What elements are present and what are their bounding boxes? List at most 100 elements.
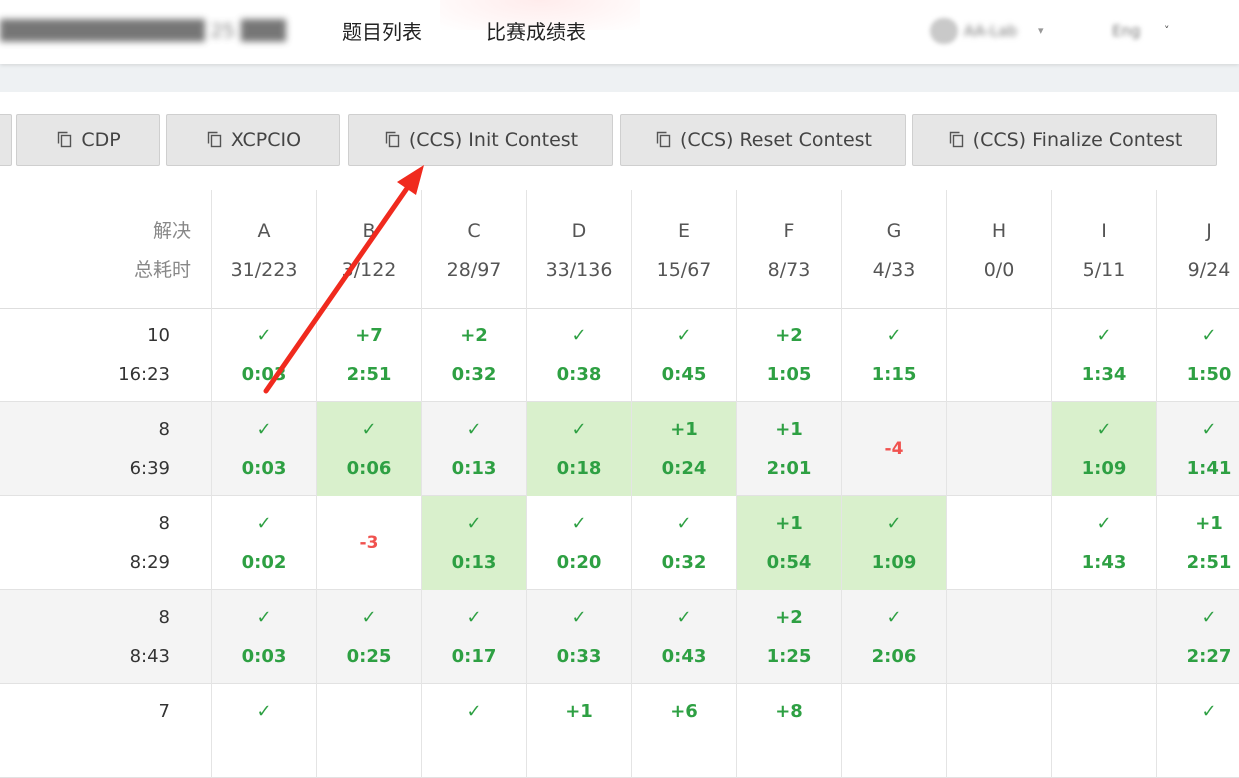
check-icon: ✓ xyxy=(676,325,692,346)
problem-header-h[interactable]: H 0/0 xyxy=(946,190,1051,308)
problem-cell-solved[interactable]: ✓ 0:43 xyxy=(631,590,736,684)
problem-cell-empty xyxy=(946,496,1051,590)
problem-letter: A xyxy=(257,220,271,242)
problem-cell-solved[interactable]: ✓ 1:34 xyxy=(1051,308,1156,402)
problem-letter: E xyxy=(677,220,690,242)
attempts-badge: +1 xyxy=(775,513,803,534)
problem-cell-solved[interactable]: ✓ 1:43 xyxy=(1051,496,1156,590)
problem-cell-first-solve[interactable]: +1 0:54 xyxy=(736,496,841,590)
check-icon: ✓ xyxy=(1201,419,1217,440)
penalty-time: 16:23 xyxy=(118,364,170,385)
problem-letter: C xyxy=(467,220,481,242)
problem-cell-solved[interactable]: ✓ 0:33 xyxy=(526,590,631,684)
problem-cell-solved[interactable]: +2 1:25 xyxy=(736,590,841,684)
problem-cell-solved[interactable]: +1 xyxy=(526,684,631,778)
problem-cell-solved[interactable]: ✓ xyxy=(211,684,316,778)
problem-cell-solved[interactable]: +2 0:32 xyxy=(421,308,526,402)
check-icon: ✓ xyxy=(1096,513,1112,534)
problem-cell-solved[interactable]: ✓ xyxy=(421,684,526,778)
problem-cell-solved[interactable]: ✓ 0:02 xyxy=(211,496,316,590)
table-row: 8 8:29 ✓ 0:02 -3 ✓ 0:13 ✓ 0:20 ✓ 0:32 +1 0:54 ✓ 1:09 ✓ 1… xyxy=(0,496,1239,590)
problem-header-b[interactable]: B 3/122 xyxy=(316,190,421,308)
copy-icon xyxy=(949,131,963,148)
solved-count: 8 xyxy=(158,607,170,628)
export-cdp-button[interactable]: CDP xyxy=(16,114,160,166)
problem-cell-solved[interactable]: ✓ 0:20 xyxy=(526,496,631,590)
solved-count: 10 xyxy=(147,325,170,346)
problem-cell-failed[interactable]: -4 xyxy=(841,402,946,496)
attempts-badge: +2 xyxy=(460,325,488,346)
problem-header-e[interactable]: E 15/67 xyxy=(631,190,736,308)
solve-time: 0:43 xyxy=(661,646,707,667)
check-icon: ✓ xyxy=(256,607,272,628)
check-icon: ✓ xyxy=(1201,607,1217,628)
problem-header-f[interactable]: F 8/73 xyxy=(736,190,841,308)
problem-cell-solved[interactable]: +1 2:51 xyxy=(1156,496,1239,590)
problem-header-d[interactable]: D 33/136 xyxy=(526,190,631,308)
ccs-reset-contest-button[interactable]: (CCS) Reset Contest xyxy=(620,114,906,166)
table-row: 8 8:43 ✓ 0:03 ✓ 0:25 ✓ 0:17 ✓ 0:33 ✓ 0:43 +2 1:25 ✓ 2:0… xyxy=(0,590,1239,684)
problem-header-g[interactable]: G 4/33 xyxy=(841,190,946,308)
solve-time: 1:15 xyxy=(871,364,917,385)
problem-cell-solved[interactable]: ✓ 0:13 xyxy=(421,402,526,496)
check-icon: ✓ xyxy=(1201,325,1217,346)
ccs-finalize-contest-button[interactable]: (CCS) Finalize Contest xyxy=(912,114,1217,166)
problem-cell-solved[interactable]: ✓ 0:17 xyxy=(421,590,526,684)
ccs-reset-contest-label: (CCS) Reset Contest xyxy=(680,129,872,151)
problem-cell-solved[interactable]: +1 2:01 xyxy=(736,402,841,496)
attempts-badge: +2 xyxy=(775,607,803,628)
ccs-init-contest-button[interactable]: (CCS) Init Contest xyxy=(348,114,613,166)
solve-time: 2:51 xyxy=(1186,552,1232,573)
problem-cell-solved[interactable]: ✓ 2:06 xyxy=(841,590,946,684)
solve-time: 2:06 xyxy=(871,646,917,667)
problem-header-a[interactable]: A 31/223 xyxy=(211,190,316,308)
problem-cell-solved[interactable]: ✓ 0:32 xyxy=(631,496,736,590)
problem-cell-solved[interactable]: ✓ 0:03 xyxy=(211,402,316,496)
team-score: 8 8:29 xyxy=(0,496,211,590)
problem-cell-first-solve[interactable]: ✓ 1:09 xyxy=(1051,402,1156,496)
problem-stat: 8/73 xyxy=(767,259,811,281)
solve-time: 0:06 xyxy=(346,458,392,479)
problem-cell-solved[interactable]: ✓ 1:15 xyxy=(841,308,946,402)
problem-cell-first-solve[interactable]: ✓ 1:09 xyxy=(841,496,946,590)
problem-header-i[interactable]: I 5/11 xyxy=(1051,190,1156,308)
problem-cell-first-solve[interactable]: ✓ 0:13 xyxy=(421,496,526,590)
solve-time: 0:02 xyxy=(241,552,287,573)
problem-cell-solved[interactable]: +6 xyxy=(631,684,736,778)
solve-time: 0:25 xyxy=(346,646,392,667)
problem-cell-first-solve[interactable]: ✓ 0:18 xyxy=(526,402,631,496)
problem-cell-solved[interactable]: ✓ 2:27 xyxy=(1156,590,1239,684)
solve-time: 0:03 xyxy=(241,364,287,385)
check-icon: ✓ xyxy=(361,419,377,440)
problem-cell-solved[interactable]: ✓ 0:38 xyxy=(526,308,631,402)
problem-cell-solved[interactable]: +7 2:51 xyxy=(316,308,421,402)
export-xcpcio-button[interactable]: XCPCIO xyxy=(166,114,340,166)
contest-title[interactable]: ██████████████ 25 ███████ xyxy=(0,18,286,44)
problem-cell-solved[interactable]: +8 xyxy=(736,684,841,778)
chevron-down-icon: ˅ xyxy=(1164,24,1170,37)
solve-time: 1:50 xyxy=(1186,364,1232,385)
solved-count: 8 xyxy=(158,419,170,440)
problem-cell-first-solve[interactable]: +1 0:24 xyxy=(631,402,736,496)
problem-cell-solved[interactable]: ✓ 0:03 xyxy=(211,590,316,684)
problem-cell-solved[interactable]: +2 1:05 xyxy=(736,308,841,402)
problem-stat: 33/136 xyxy=(545,259,613,281)
nav-problem-list[interactable]: 题目列表 xyxy=(342,18,422,46)
problem-header-c[interactable]: C 28/97 xyxy=(421,190,526,308)
problem-cell-solved[interactable]: ✓ 0:45 xyxy=(631,308,736,402)
problem-header-j[interactable]: J 9/24 xyxy=(1156,190,1239,308)
problem-cell-failed[interactable]: -3 xyxy=(316,496,421,590)
problem-cell-empty xyxy=(1051,684,1156,778)
problem-cell-solved[interactable]: ✓ 0:25 xyxy=(316,590,421,684)
penalty-time: 6:39 xyxy=(129,458,170,479)
problem-cell-solved[interactable]: ✓ xyxy=(1156,684,1239,778)
problem-cell-solved[interactable]: ✓ 0:03 xyxy=(211,308,316,402)
problem-cell-solved[interactable]: ✓ 1:41 xyxy=(1156,402,1239,496)
solve-time: 2:51 xyxy=(346,364,392,385)
export-cdp-label: CDP xyxy=(81,129,121,151)
check-icon: ✓ xyxy=(676,607,692,628)
toolbar-button-partial[interactable] xyxy=(0,114,12,166)
problem-cell-solved[interactable]: ✓ 1:50 xyxy=(1156,308,1239,402)
problem-cell-first-solve[interactable]: ✓ 0:06 xyxy=(316,402,421,496)
nav-scoreboard[interactable]: 比赛成绩表 xyxy=(486,18,586,46)
